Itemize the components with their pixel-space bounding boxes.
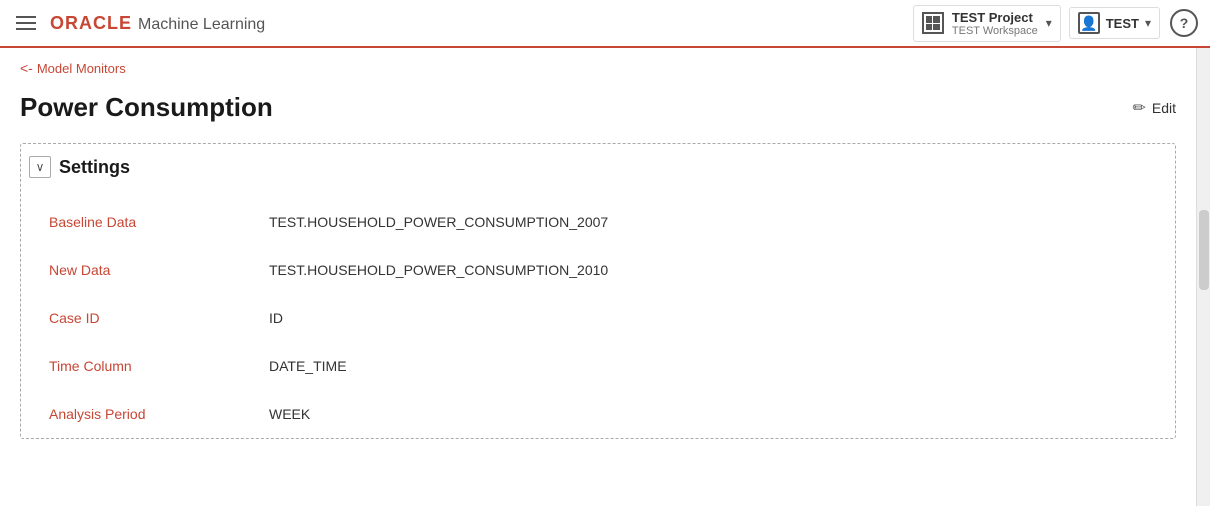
- project-dropdown-icon: ▾: [1046, 16, 1052, 30]
- menu-toggle-button[interactable]: [12, 12, 40, 34]
- project-selector[interactable]: TEST Project TEST Workspace ▾: [913, 5, 1061, 42]
- field-row: New DataTEST.HOUSEHOLD_POWER_CONSUMPTION…: [29, 246, 1159, 294]
- user-avatar-icon: 👤: [1078, 12, 1100, 34]
- field-row: Time ColumnDATE_TIME: [29, 342, 1159, 390]
- app-header: ORACLE Machine Learning TEST Project TES…: [0, 0, 1210, 48]
- header-left: ORACLE Machine Learning: [12, 12, 913, 34]
- breadcrumb-arrow-icon: <-: [20, 60, 33, 76]
- brand-logo: ORACLE Machine Learning: [50, 13, 265, 34]
- pencil-icon: ✏: [1132, 98, 1145, 118]
- field-value-case-id: ID: [269, 310, 283, 326]
- collapse-button[interactable]: ∨: [29, 156, 51, 178]
- help-button[interactable]: ?: [1170, 9, 1198, 37]
- brand-oracle-text: ORACLE: [50, 13, 132, 34]
- scrollbar-thumb[interactable]: [1199, 210, 1209, 290]
- settings-header: ∨ Settings: [29, 156, 1159, 178]
- user-menu[interactable]: 👤 TEST ▾: [1069, 7, 1160, 39]
- settings-section: ∨ Settings Baseline DataTEST.HOUSEHOLD_P…: [20, 143, 1176, 439]
- settings-fields: Baseline DataTEST.HOUSEHOLD_POWER_CONSUM…: [29, 198, 1159, 438]
- field-value-baseline-data: TEST.HOUSEHOLD_POWER_CONSUMPTION_2007: [269, 214, 608, 230]
- edit-button[interactable]: ✏ Edit: [1132, 98, 1176, 118]
- page-title: Power Consumption: [20, 92, 273, 123]
- page-content: <- Model Monitors Power Consumption ✏ Ed…: [0, 48, 1210, 506]
- field-row: Case IDID: [29, 294, 1159, 342]
- header-right: TEST Project TEST Workspace ▾ 👤 TEST ▾ ?: [913, 5, 1198, 42]
- settings-title: Settings: [59, 157, 130, 178]
- page-title-row: Power Consumption ✏ Edit: [20, 92, 1176, 123]
- breadcrumb[interactable]: <- Model Monitors: [20, 60, 1176, 76]
- field-label-analysis-period: Analysis Period: [49, 406, 269, 422]
- field-value-new-data: TEST.HOUSEHOLD_POWER_CONSUMPTION_2010: [269, 262, 608, 278]
- project-name: TEST Project: [952, 10, 1038, 25]
- project-icon: [922, 12, 944, 34]
- collapse-icon: ∨: [36, 160, 45, 174]
- project-workspace: TEST Workspace: [952, 25, 1038, 37]
- user-dropdown-icon: ▾: [1145, 16, 1151, 30]
- project-info: TEST Project TEST Workspace: [952, 10, 1038, 37]
- scrollbar-track[interactable]: [1196, 48, 1210, 506]
- field-label-new-data: New Data: [49, 262, 269, 278]
- field-row: Analysis PeriodWEEK: [29, 390, 1159, 438]
- user-name-label: TEST: [1106, 16, 1139, 31]
- field-value-analysis-period: WEEK: [269, 406, 310, 422]
- field-label-case-id: Case ID: [49, 310, 269, 326]
- field-row: Baseline DataTEST.HOUSEHOLD_POWER_CONSUM…: [29, 198, 1159, 246]
- main-area: <- Model Monitors Power Consumption ✏ Ed…: [0, 48, 1196, 506]
- brand-ml-text: Machine Learning: [138, 16, 265, 34]
- edit-label: Edit: [1152, 100, 1176, 116]
- field-value-time-column: DATE_TIME: [269, 358, 347, 374]
- field-label-time-column: Time Column: [49, 358, 269, 374]
- breadcrumb-link[interactable]: Model Monitors: [37, 61, 126, 76]
- field-label-baseline-data: Baseline Data: [49, 214, 269, 230]
